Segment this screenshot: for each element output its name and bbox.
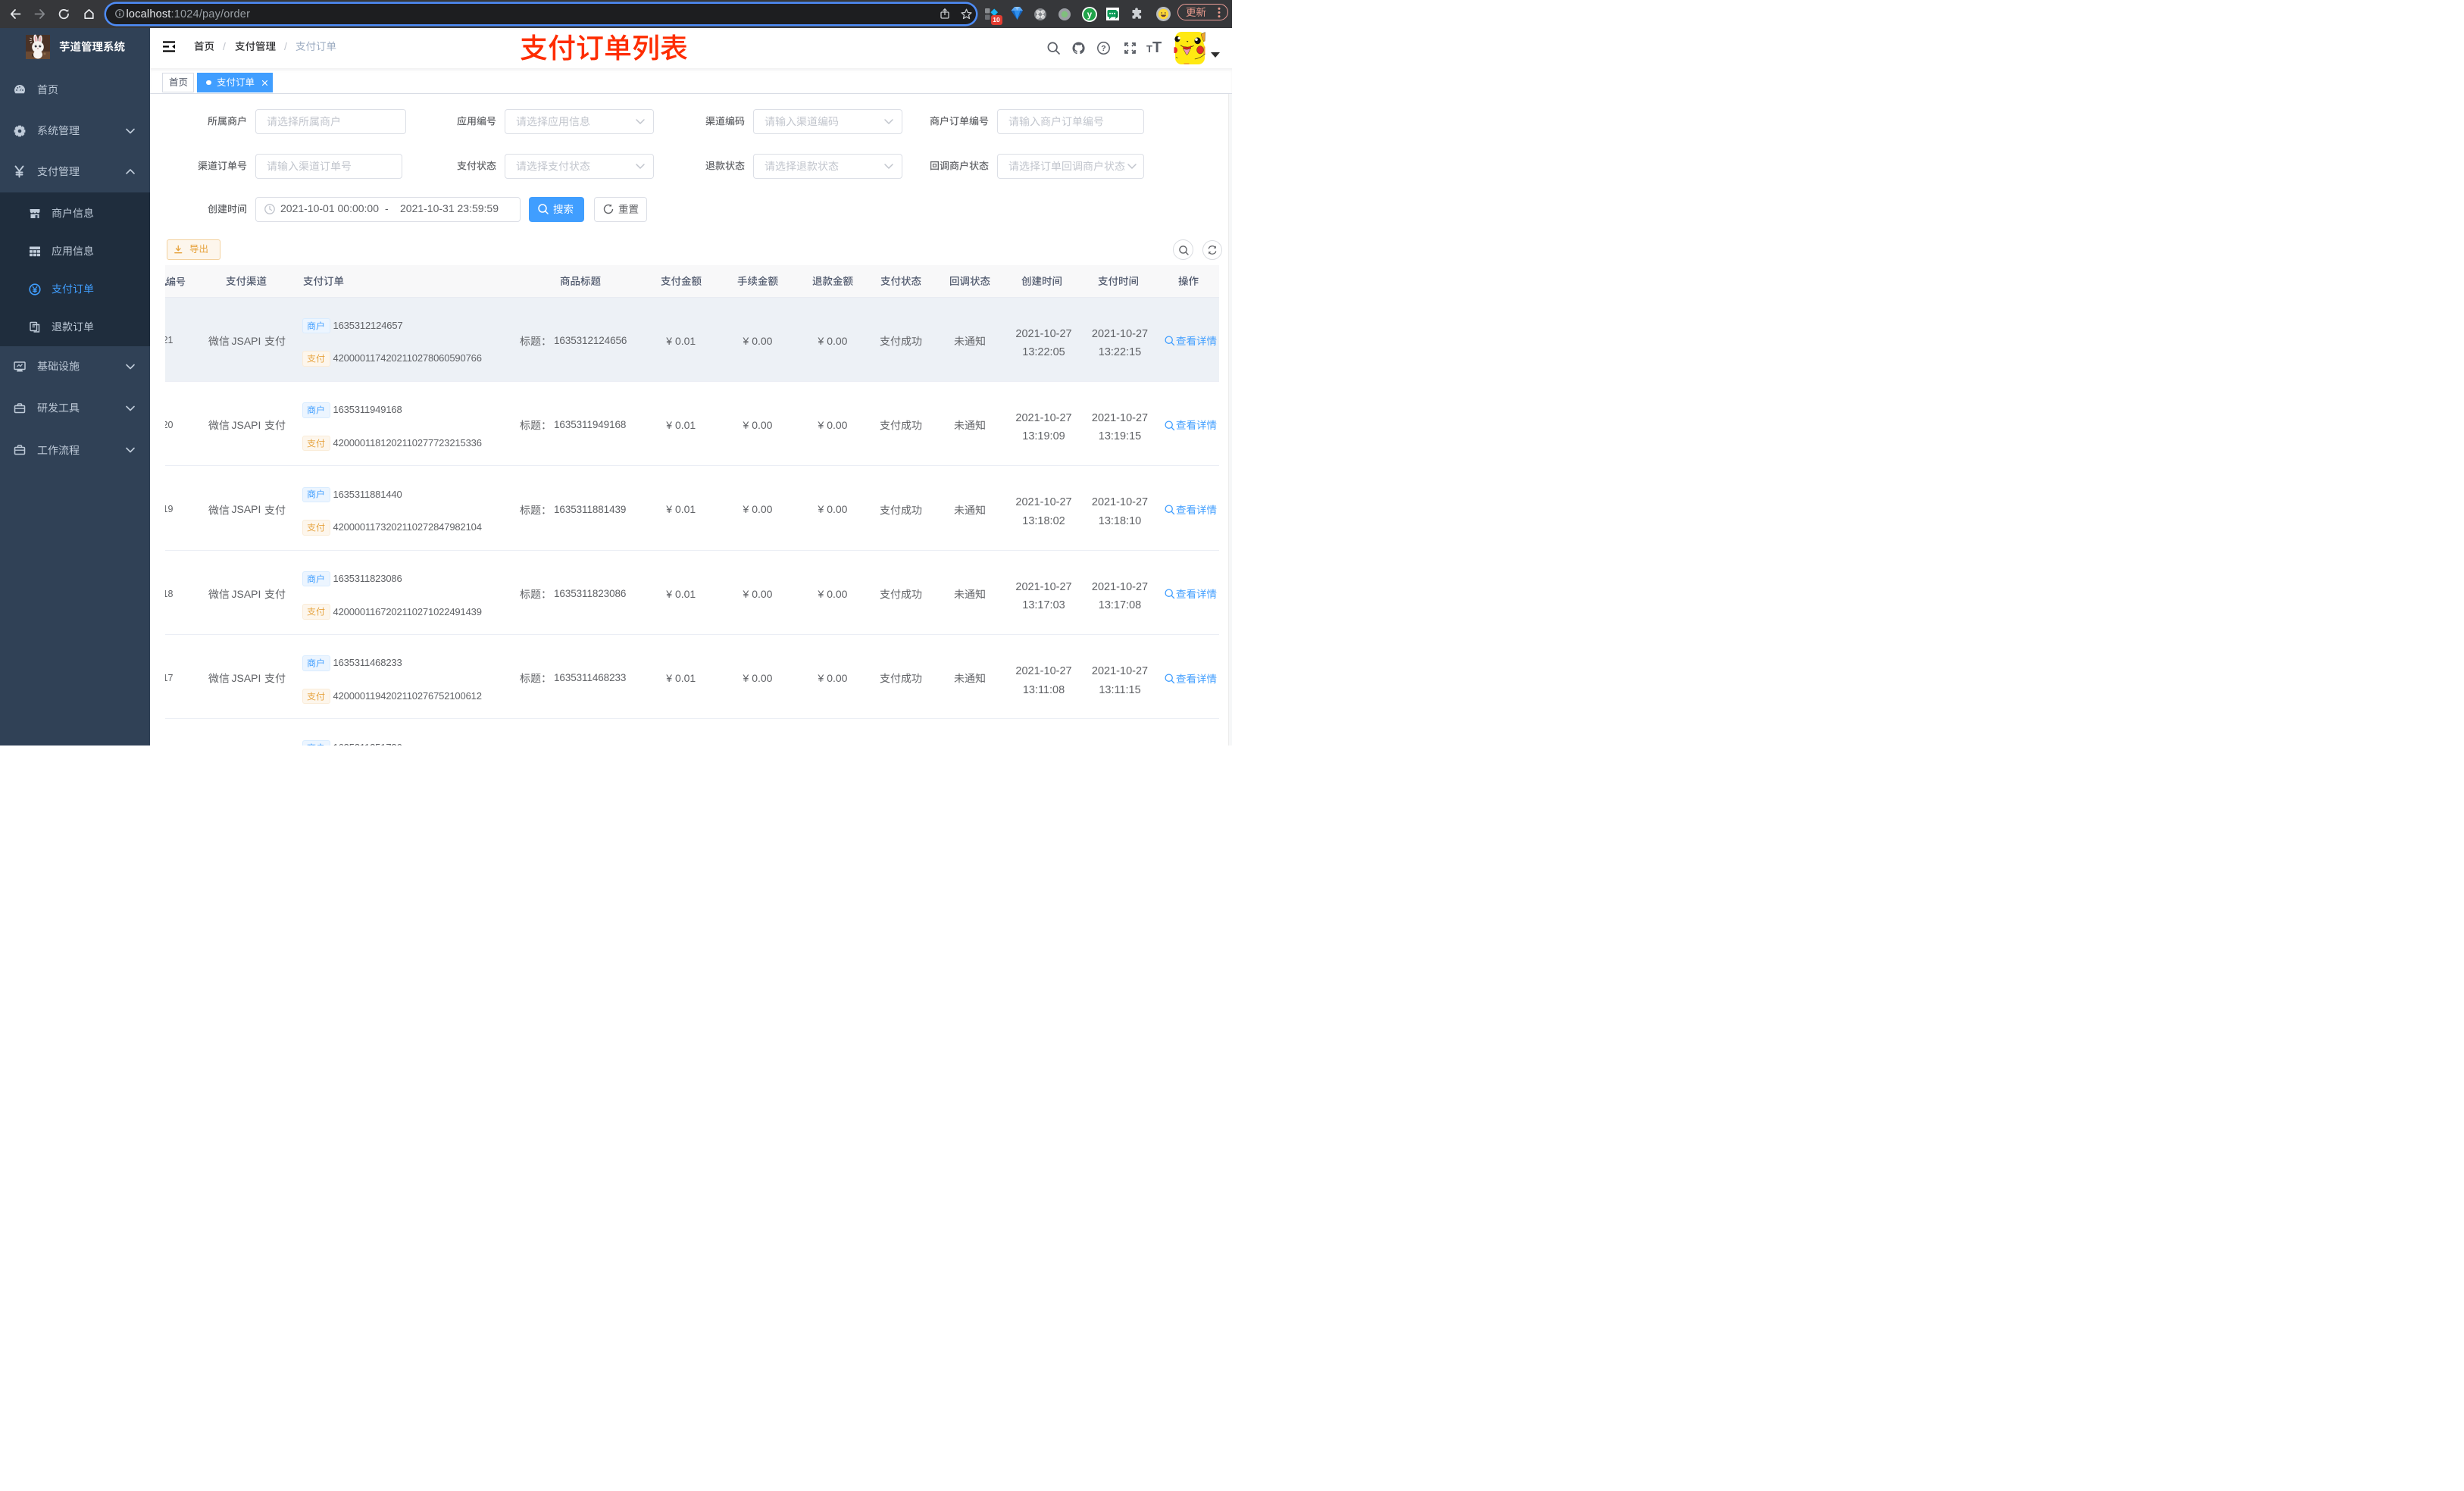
svg-text:y: y <box>1087 11 1093 20</box>
svg-text:?: ? <box>1101 44 1105 53</box>
